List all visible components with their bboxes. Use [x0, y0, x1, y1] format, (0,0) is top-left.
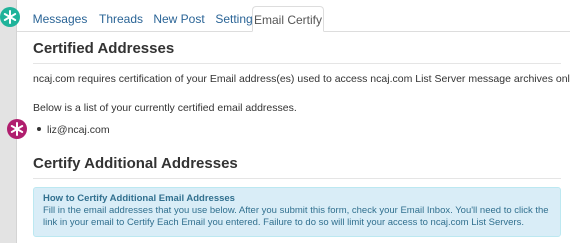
tab-new-post[interactable]: New Post — [149, 6, 209, 32]
email-certify-panel: Messages Threads New Post Settings Email… — [16, 0, 570, 243]
heading-divider — [33, 178, 561, 179]
certified-address-item: liz@ncaj.com — [37, 124, 110, 136]
asterisk-marker-teal[interactable] — [0, 7, 20, 27]
asterisk-icon — [3, 10, 17, 24]
info-alert: How to Certify Additional Email Addresse… — [33, 187, 561, 237]
asterisk-marker-magenta[interactable] — [7, 119, 27, 139]
asterisk-icon — [10, 122, 24, 136]
certify-additional-heading: Certify Additional Addresses — [33, 155, 238, 172]
heading-divider — [33, 63, 561, 64]
tab-threads[interactable]: Threads — [95, 6, 147, 32]
certification-intro-text: ncaj.com requires certification of your … — [33, 73, 570, 85]
bullet-icon — [37, 127, 41, 132]
tab-email-certify[interactable]: Email Certify — [252, 6, 324, 32]
info-alert-title: How to Certify Additional Email Addresse… — [43, 193, 235, 204]
certified-address: liz@ncaj.com — [47, 124, 110, 136]
info-alert-body: Fill in the email addresses that you use… — [43, 205, 549, 228]
certified-list-intro-text: Below is a list of your currently certif… — [33, 102, 297, 114]
tab-messages[interactable]: Messages — [29, 6, 91, 32]
certified-addresses-heading: Certified Addresses — [33, 40, 175, 57]
tab-bar: Messages Threads New Post Settings Email… — [17, 0, 570, 32]
